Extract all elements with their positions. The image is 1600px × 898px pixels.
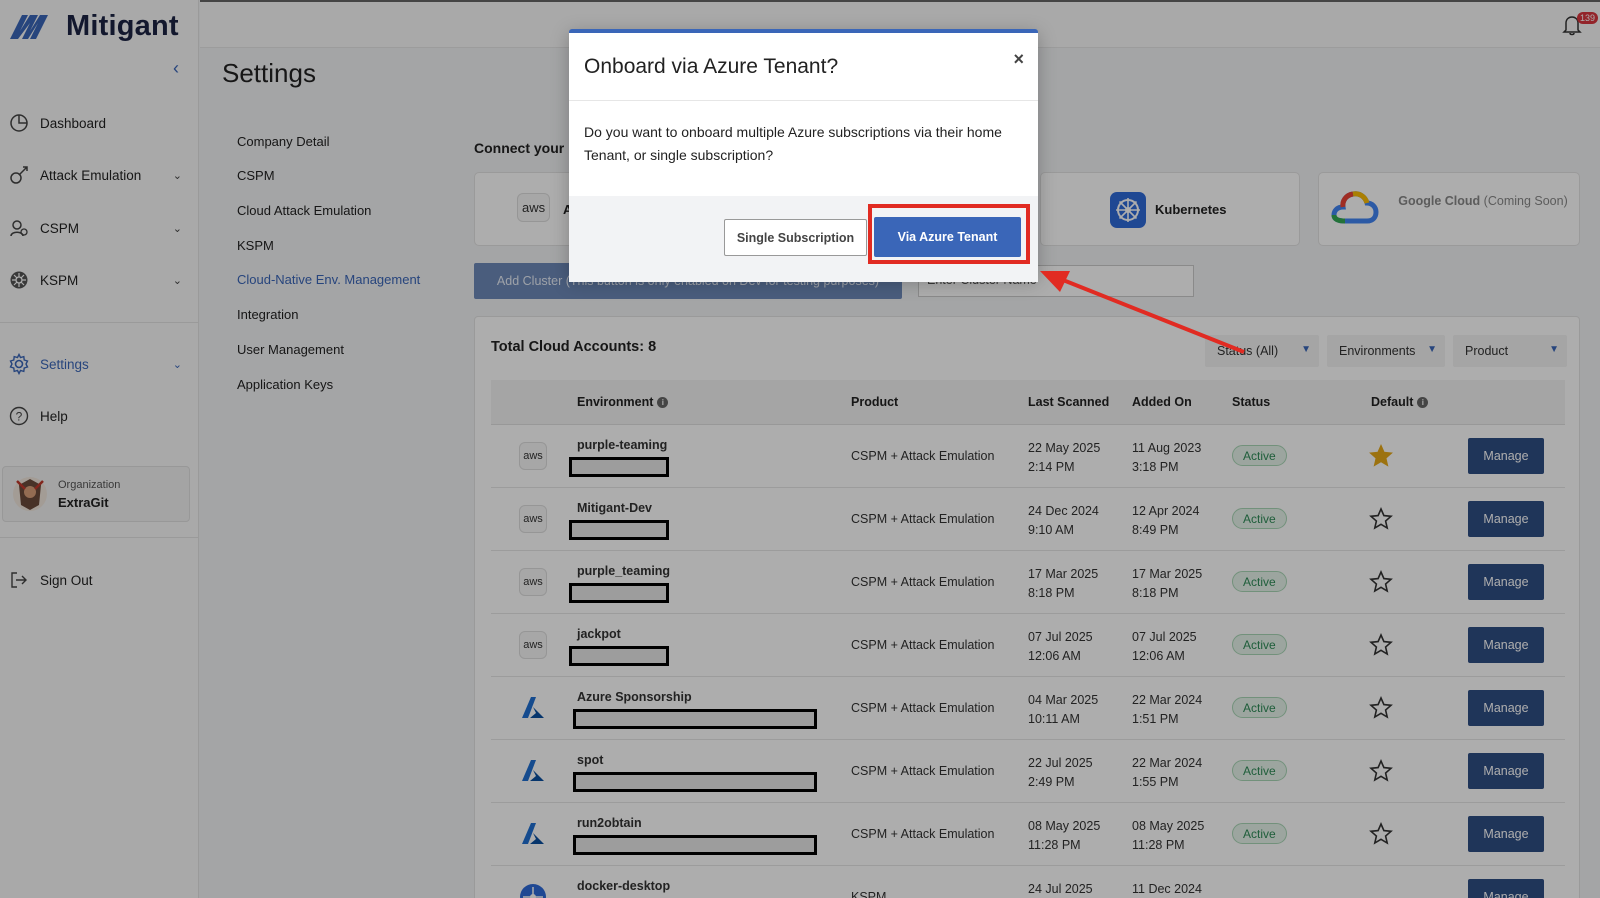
dialog-divider <box>569 100 1038 101</box>
dialog-title: Onboard via Azure Tenant? <box>584 55 839 78</box>
close-icon[interactable]: × <box>1013 49 1024 70</box>
annotation-highlight-box <box>868 204 1030 264</box>
dialog-message: Do you want to onboard multiple Azure su… <box>584 124 1002 163</box>
single-subscription-button[interactable]: Single Subscription <box>724 219 867 256</box>
